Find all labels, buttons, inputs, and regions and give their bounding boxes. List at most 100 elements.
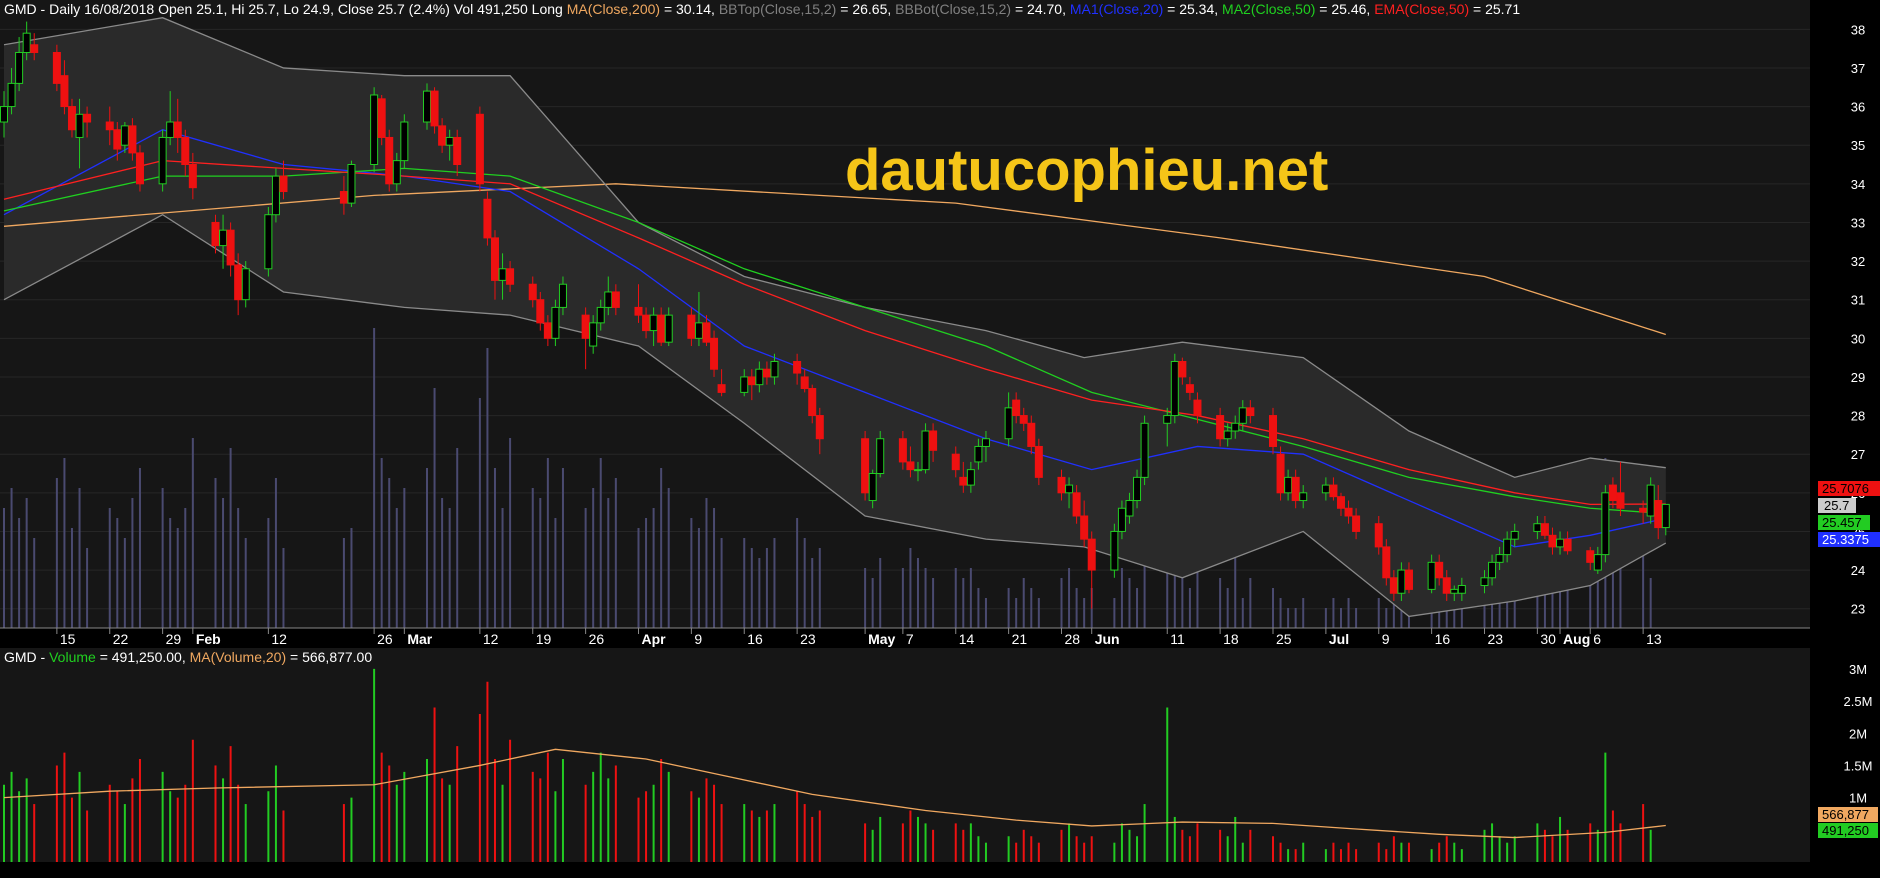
candle-body — [1193, 399, 1202, 417]
candle-body — [1540, 523, 1549, 536]
candle-body — [959, 476, 968, 486]
candle — [377, 94, 386, 146]
price-tick-label: 38 — [1851, 22, 1865, 37]
candle-body — [528, 283, 537, 301]
candle-body — [475, 113, 484, 185]
candle-body — [1450, 588, 1459, 594]
candle-body — [1533, 523, 1542, 532]
candle-body — [1004, 407, 1013, 440]
header-indicator-1: BBTop(Close,15,2) — [719, 1, 837, 17]
candle-body — [1125, 500, 1134, 517]
candle-body — [1495, 554, 1504, 563]
price-header: GMD - Daily 16/08/2018 Open 25.1, Hi 25.… — [4, 1, 1520, 17]
candle-body — [687, 314, 696, 339]
candle-body — [181, 136, 190, 165]
candle-body — [800, 376, 809, 390]
volume-tick-label: 2.5M — [1844, 694, 1873, 709]
header-prefix: GMD - Daily 16/08/2018 Open 25.1, Hi 25.… — [4, 1, 567, 17]
candle-body — [219, 229, 228, 247]
candle-body — [1223, 430, 1232, 440]
x-tick-label: 18 — [1223, 631, 1239, 647]
candle-body — [589, 322, 598, 347]
x-tick-label: 26 — [377, 631, 393, 647]
candle-body — [1503, 538, 1512, 556]
volume-header: GMD - Volume = 491,250.00, MA(Volume,20)… — [4, 649, 372, 665]
x-tick-label: 14 — [959, 631, 975, 647]
x-tick-label: 16 — [747, 631, 763, 647]
candle-body — [1336, 496, 1345, 509]
watermark: dautucophieu.net — [845, 138, 1328, 203]
header-indicator-5: EMA(Close,50) — [1374, 1, 1469, 17]
candle-body — [762, 368, 771, 378]
header-indicator-4: MA2(Close,50) — [1222, 1, 1315, 17]
candle-body — [1178, 360, 1187, 378]
candle-body — [1397, 569, 1406, 594]
last-price-labels: 25.7076 25.7 25.457 25.3375 — [1818, 481, 1880, 547]
candle-body — [921, 430, 930, 471]
candle-body — [113, 129, 122, 150]
candle-body — [1616, 492, 1625, 509]
candle-body — [188, 164, 197, 189]
header-indicator-1: MA(Volume,20) — [190, 649, 286, 665]
header-value-1: = 26.65, — [836, 1, 895, 17]
candle-body — [1238, 407, 1247, 424]
price-tick-label: 28 — [1851, 409, 1865, 424]
candle-body — [1646, 484, 1655, 517]
header-indicator-0: MA(Close,200) — [567, 1, 660, 17]
candle-body — [234, 264, 243, 301]
x-tick-label: 21 — [1012, 631, 1028, 647]
volume-tick-label: 2M — [1849, 726, 1867, 741]
candle-body — [128, 125, 137, 154]
candle-body — [611, 291, 620, 308]
candle-body — [1442, 577, 1451, 594]
candle-body — [1593, 554, 1602, 571]
candle-body — [1231, 422, 1240, 432]
candle-body — [506, 268, 515, 285]
candle-body — [1299, 492, 1308, 502]
x-tick-label: 6 — [1593, 631, 1601, 647]
candle-body — [211, 221, 220, 247]
candle-body — [1608, 484, 1617, 502]
candle-body — [75, 113, 84, 138]
candle-body — [1170, 360, 1179, 417]
candle-body — [1072, 492, 1081, 517]
candle-body — [67, 106, 76, 131]
candle-body — [1291, 476, 1300, 502]
x-tick-label: 25 — [1276, 631, 1292, 647]
candle-body — [657, 314, 666, 343]
candle-body — [1269, 415, 1277, 447]
x-tick-label: 9 — [1382, 631, 1390, 647]
candle-body — [558, 283, 567, 308]
chart-canvas: 23 24 25 26 27 28 29 30 31 32 33 34 35 36 37 38 15 22 29 F… — [0, 0, 1880, 862]
candle-body — [1344, 507, 1353, 517]
candle-body — [1185, 384, 1194, 393]
candle-body — [1027, 422, 1036, 447]
candle-body — [226, 229, 235, 266]
volume-tick-label: 1M — [1849, 791, 1867, 806]
candle-body — [52, 51, 61, 84]
x-tick-label: Jul — [1329, 631, 1349, 647]
candle-body — [15, 51, 24, 84]
header-indicator-0: Volume — [49, 649, 96, 665]
candle — [1276, 446, 1285, 501]
price-tick-label: 24 — [1851, 563, 1865, 578]
candle-body — [929, 430, 938, 451]
candle-body — [536, 299, 545, 324]
candle-body — [1087, 538, 1096, 571]
candle-body — [981, 438, 990, 447]
candle-body — [1548, 534, 1557, 548]
candle-body — [1057, 476, 1066, 494]
candle-body — [1404, 569, 1413, 590]
x-tick-label: 16 — [1435, 631, 1451, 647]
candle-body — [120, 125, 129, 146]
candle-body — [913, 469, 922, 472]
price-tick-label: 27 — [1851, 447, 1865, 462]
candle-body — [30, 44, 39, 53]
candle-body — [166, 121, 175, 138]
candle — [483, 191, 492, 246]
candle-body — [1661, 503, 1670, 529]
x-tick-label: 12 — [271, 631, 287, 647]
candle-body — [1133, 476, 1142, 502]
candle-body — [264, 214, 273, 270]
candle-body — [392, 160, 401, 185]
